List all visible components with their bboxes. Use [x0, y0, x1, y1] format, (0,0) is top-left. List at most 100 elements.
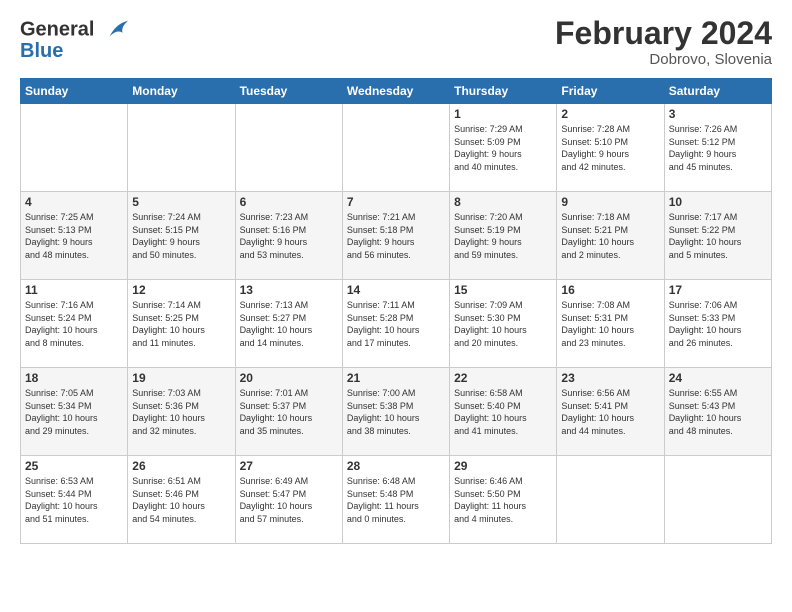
calendar-cell: 8 Sunrise: 7:20 AMSunset: 5:19 PMDaylight… [450, 192, 557, 280]
calendar-cell: 7 Sunrise: 7:21 AMSunset: 5:18 PMDaylight… [342, 192, 449, 280]
day-number: 27 [240, 459, 338, 473]
calendar-cell: 28 Sunrise: 6:48 AMSunset: 5:48 PMDayligh… [342, 456, 449, 544]
day-number: 22 [454, 371, 552, 385]
calendar-cell: 3 Sunrise: 7:26 AMSunset: 5:12 PMDaylight… [664, 104, 771, 192]
day-number: 12 [132, 283, 230, 297]
day-info: Sunrise: 7:25 AMSunset: 5:13 PMDaylight:… [25, 211, 123, 261]
week-row-4: 18 Sunrise: 7:05 AMSunset: 5:34 PMDayligh… [21, 368, 772, 456]
header-row: Sunday Monday Tuesday Wednesday Thursday… [21, 79, 772, 104]
day-info: Sunrise: 6:55 AMSunset: 5:43 PMDaylight:… [669, 387, 767, 437]
day-info: Sunrise: 7:18 AMSunset: 5:21 PMDaylight:… [561, 211, 659, 261]
calendar-cell: 20 Sunrise: 7:01 AMSunset: 5:37 PMDayligh… [235, 368, 342, 456]
col-friday: Friday [557, 79, 664, 104]
header: General Blue February 2024 Dobrovo, Slov… [20, 16, 772, 68]
week-row-5: 25 Sunrise: 6:53 AMSunset: 5:44 PMDayligh… [21, 456, 772, 544]
col-tuesday: Tuesday [235, 79, 342, 104]
day-number: 17 [669, 283, 767, 297]
day-info: Sunrise: 7:14 AMSunset: 5:25 PMDaylight:… [132, 299, 230, 349]
logo: General Blue [20, 16, 130, 63]
day-number: 8 [454, 195, 552, 209]
day-info: Sunrise: 7:08 AMSunset: 5:31 PMDaylight:… [561, 299, 659, 349]
day-number: 1 [454, 107, 552, 121]
week-row-2: 4Sunrise: 7:25 AMSunset: 5:13 PMDaylight… [21, 192, 772, 280]
calendar-cell: 12 Sunrise: 7:14 AMSunset: 5:25 PMDayligh… [128, 280, 235, 368]
calendar-cell: 1 Sunrise: 7:29 AMSunset: 5:09 PMDaylight… [450, 104, 557, 192]
col-wednesday: Wednesday [342, 79, 449, 104]
month-title: February 2024 [555, 16, 772, 51]
calendar-cell: 26 Sunrise: 6:51 AMSunset: 5:46 PMDayligh… [128, 456, 235, 544]
day-info: Sunrise: 7:21 AMSunset: 5:18 PMDaylight:… [347, 211, 445, 261]
calendar-cell: 24Sunrise: 6:55 AMSunset: 5:43 PMDayligh… [664, 368, 771, 456]
calendar-cell: 18 Sunrise: 7:05 AMSunset: 5:34 PMDayligh… [21, 368, 128, 456]
day-info: Sunrise: 7:13 AMSunset: 5:27 PMDaylight:… [240, 299, 338, 349]
day-info: Sunrise: 7:09 AMSunset: 5:30 PMDaylight:… [454, 299, 552, 349]
calendar-cell: 16Sunrise: 7:08 AMSunset: 5:31 PMDayligh… [557, 280, 664, 368]
day-info: Sunrise: 7:29 AMSunset: 5:09 PMDaylight:… [454, 123, 552, 173]
week-row-3: 11 Sunrise: 7:16 AMSunset: 5:24 PMDayligh… [21, 280, 772, 368]
col-monday: Monday [128, 79, 235, 104]
calendar-cell [557, 456, 664, 544]
day-info: Sunrise: 7:01 AMSunset: 5:37 PMDaylight:… [240, 387, 338, 437]
day-number: 15 [454, 283, 552, 297]
day-info: Sunrise: 7:11 AMSunset: 5:28 PMDaylight:… [347, 299, 445, 349]
page: General Blue February 2024 Dobrovo, Slov… [0, 0, 792, 554]
day-info: Sunrise: 6:46 AMSunset: 5:50 PMDaylight:… [454, 475, 552, 525]
calendar-cell: 6Sunrise: 7:23 AMSunset: 5:16 PMDaylight… [235, 192, 342, 280]
week-row-1: 1 Sunrise: 7:29 AMSunset: 5:09 PMDaylight… [21, 104, 772, 192]
day-info: Sunrise: 7:20 AMSunset: 5:19 PMDaylight:… [454, 211, 552, 261]
day-info: Sunrise: 6:48 AMSunset: 5:48 PMDaylight:… [347, 475, 445, 525]
logo-general: General [20, 18, 94, 40]
calendar-cell: 23Sunrise: 6:56 AMSunset: 5:41 PMDayligh… [557, 368, 664, 456]
calendar-cell: 25 Sunrise: 6:53 AMSunset: 5:44 PMDayligh… [21, 456, 128, 544]
logo-bird-icon [102, 16, 130, 44]
day-number: 9 [561, 195, 659, 209]
day-number: 20 [240, 371, 338, 385]
calendar-cell: 14 Sunrise: 7:11 AMSunset: 5:28 PMDayligh… [342, 280, 449, 368]
day-number: 14 [347, 283, 445, 297]
calendar-cell: 9 Sunrise: 7:18 AMSunset: 5:21 PMDaylight… [557, 192, 664, 280]
day-info: Sunrise: 7:05 AMSunset: 5:34 PMDaylight:… [25, 387, 123, 437]
day-number: 19 [132, 371, 230, 385]
day-info: Sunrise: 6:58 AMSunset: 5:40 PMDaylight:… [454, 387, 552, 437]
calendar-cell: 21 Sunrise: 7:00 AMSunset: 5:38 PMDayligh… [342, 368, 449, 456]
calendar-cell: 19 Sunrise: 7:03 AMSunset: 5:36 PMDayligh… [128, 368, 235, 456]
day-number: 7 [347, 195, 445, 209]
calendar-cell: 27Sunrise: 6:49 AMSunset: 5:47 PMDayligh… [235, 456, 342, 544]
day-info: Sunrise: 7:17 AMSunset: 5:22 PMDaylight:… [669, 211, 767, 261]
day-number: 26 [132, 459, 230, 473]
calendar-cell: 2 Sunrise: 7:28 AMSunset: 5:10 PMDaylight… [557, 104, 664, 192]
col-sunday: Sunday [21, 79, 128, 104]
day-info: Sunrise: 7:16 AMSunset: 5:24 PMDaylight:… [25, 299, 123, 349]
calendar-cell: 11 Sunrise: 7:16 AMSunset: 5:24 PMDayligh… [21, 280, 128, 368]
day-info: Sunrise: 7:03 AMSunset: 5:36 PMDaylight:… [132, 387, 230, 437]
day-info: Sunrise: 7:26 AMSunset: 5:12 PMDaylight:… [669, 123, 767, 173]
day-number: 13 [240, 283, 338, 297]
day-number: 18 [25, 371, 123, 385]
day-info: Sunrise: 6:53 AMSunset: 5:44 PMDaylight:… [25, 475, 123, 525]
calendar-cell: 17 Sunrise: 7:06 AMSunset: 5:33 PMDayligh… [664, 280, 771, 368]
day-info: Sunrise: 7:00 AMSunset: 5:38 PMDaylight:… [347, 387, 445, 437]
day-number: 28 [347, 459, 445, 473]
day-number: 29 [454, 459, 552, 473]
day-info: Sunrise: 7:06 AMSunset: 5:33 PMDaylight:… [669, 299, 767, 349]
day-info: Sunrise: 7:28 AMSunset: 5:10 PMDaylight:… [561, 123, 659, 173]
day-info: Sunrise: 6:51 AMSunset: 5:46 PMDaylight:… [132, 475, 230, 525]
calendar-table: Sunday Monday Tuesday Wednesday Thursday… [20, 78, 772, 544]
location: Dobrovo, Slovenia [555, 51, 772, 68]
day-number: 3 [669, 107, 767, 121]
calendar-cell: 22 Sunrise: 6:58 AMSunset: 5:40 PMDayligh… [450, 368, 557, 456]
col-thursday: Thursday [450, 79, 557, 104]
title-block: February 2024 Dobrovo, Slovenia [555, 16, 772, 68]
day-number: 23 [561, 371, 659, 385]
calendar-cell [342, 104, 449, 192]
day-number: 11 [25, 283, 123, 297]
calendar-cell: 5Sunrise: 7:24 AMSunset: 5:15 PMDaylight… [128, 192, 235, 280]
day-number: 21 [347, 371, 445, 385]
calendar-cell: 15 Sunrise: 7:09 AMSunset: 5:30 PMDayligh… [450, 280, 557, 368]
day-number: 6 [240, 195, 338, 209]
day-number: 25 [25, 459, 123, 473]
calendar-cell: 10 Sunrise: 7:17 AMSunset: 5:22 PMDayligh… [664, 192, 771, 280]
day-info: Sunrise: 7:24 AMSunset: 5:15 PMDaylight:… [132, 211, 230, 261]
day-number: 10 [669, 195, 767, 209]
day-number: 2 [561, 107, 659, 121]
